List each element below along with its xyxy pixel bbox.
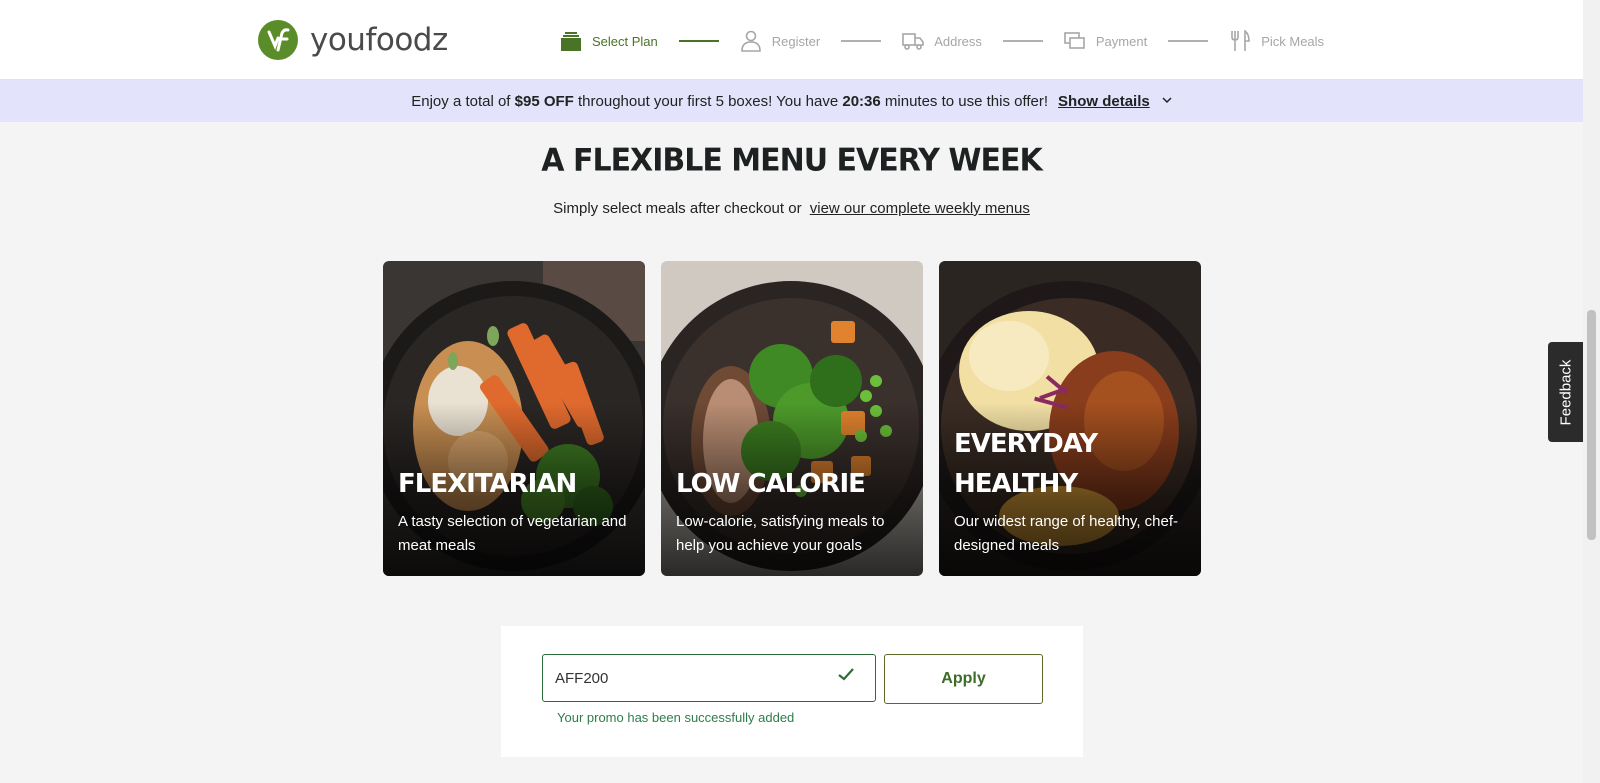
card-description: Low-calorie, satisfying meals to help yo… <box>676 513 885 554</box>
step-label: Register <box>771 33 821 49</box>
subtitle-text: Simply select meals after checkout or <box>553 200 802 217</box>
logo-text: youfoodz <box>310 22 448 58</box>
section-title: A FLEXIBLE MENU EVERY WEEK <box>541 142 1042 179</box>
step-label: Pick Meals <box>1261 33 1325 49</box>
card-title: LOW CALORIE <box>676 469 866 499</box>
step-connector <box>678 40 719 42</box>
step-payment[interactable]: Payment <box>1064 30 1147 52</box>
promo-code-panel: Apply Your promo has been successfully a… <box>501 626 1083 757</box>
banner-discount: $95 OFF <box>514 92 574 110</box>
page-scrollbar[interactable] <box>1583 0 1600 783</box>
card-description: A tasty selection of vegetarian and meat… <box>398 513 627 554</box>
step-address[interactable]: Address <box>902 30 982 52</box>
card-flexitarian[interactable]: FLEXITARIAN A tasty selection of vegetar… <box>383 261 645 576</box>
step-connector <box>841 40 882 42</box>
card-icon <box>1064 30 1086 52</box>
youfoodz-logo[interactable]: youfoodz <box>258 20 448 60</box>
card-title: EVERYDAY HEALTHY <box>954 429 1098 499</box>
step-register[interactable]: Register <box>740 30 820 52</box>
feedback-tab[interactable]: Feedback <box>1548 342 1583 442</box>
apply-button[interactable]: Apply <box>884 654 1043 704</box>
step-select-plan[interactable]: Select Plan <box>560 30 658 52</box>
step-label: Select Plan <box>592 33 658 49</box>
site-header: youfoodz Select Plan Register Address Pa… <box>0 0 1583 80</box>
step-label: Payment <box>1095 33 1148 49</box>
chevron-down-icon[interactable] <box>1162 95 1172 107</box>
step-label: Address <box>934 33 982 49</box>
card-everyday-healthy[interactable]: EVERYDAY HEALTHY Our widest range of hea… <box>939 261 1201 576</box>
promo-success-message: Your promo has been successfully added <box>557 710 795 725</box>
offer-banner: Enjoy a total of $95 OFF throughout your… <box>0 80 1583 122</box>
offer-timer: 20:36 <box>842 92 881 110</box>
checkout-steps: Select Plan Register Address Payment Pic… <box>560 28 1324 54</box>
scrollbar-thumb[interactable] <box>1587 310 1596 540</box>
logo-mark-icon <box>258 20 298 60</box>
banner-text: Enjoy a total of <box>411 92 515 110</box>
show-details-link[interactable]: Show details <box>1058 93 1150 110</box>
promo-code-input[interactable] <box>542 654 876 702</box>
box-stack-icon <box>560 30 582 52</box>
card-description: Our widest range of healthy, chef-design… <box>954 513 1179 554</box>
truck-icon <box>902 30 924 52</box>
step-connector <box>1168 40 1209 42</box>
step-connector <box>1002 40 1043 42</box>
step-pick-meals[interactable]: Pick Meals <box>1229 30 1324 52</box>
card-low-calorie[interactable]: LOW CALORIE Low-calorie, satisfying meal… <box>661 261 923 576</box>
fork-knife-icon <box>1229 30 1251 52</box>
person-icon <box>740 30 762 52</box>
card-title: FLEXITARIAN <box>398 469 577 499</box>
checkmark-icon <box>838 668 854 686</box>
section-subtitle: Simply select meals after checkout or vi… <box>0 200 1583 217</box>
banner-text: minutes to use this offer! <box>880 92 1049 110</box>
banner-text: throughout your first 5 boxes! You have <box>573 92 843 110</box>
weekly-menus-link[interactable]: view our complete weekly menus <box>810 200 1030 217</box>
feedback-label: Feedback <box>1557 359 1574 425</box>
